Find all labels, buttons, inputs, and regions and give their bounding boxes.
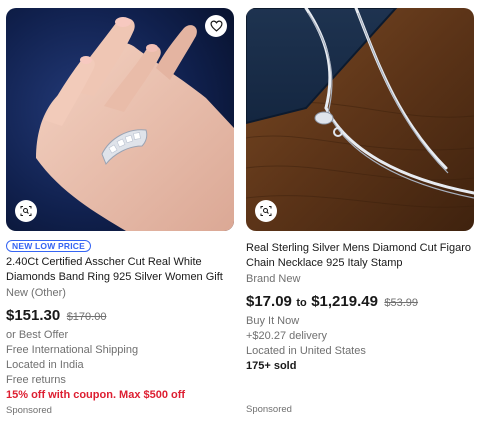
price: $151.30: [6, 307, 61, 324]
item-condition: Brand New: [246, 273, 301, 285]
favorite-button[interactable]: [205, 15, 227, 37]
camera-search-icon: [260, 206, 272, 216]
original-price: $53.99: [384, 297, 419, 309]
chain-photo: [246, 8, 474, 231]
original-price: $170.00: [66, 311, 107, 323]
best-offer-label: or Best Offer: [6, 329, 69, 341]
price-low: $17.09: [246, 293, 292, 310]
camera-search-icon: [20, 206, 32, 216]
shipping-label: Free International Shipping: [6, 344, 139, 356]
price-row: $17.09 to $1,219.49 $53.99: [246, 293, 474, 312]
item-condition: New (Other): [6, 287, 66, 299]
returns-label: Free returns: [6, 374, 66, 386]
product-image-chain[interactable]: [246, 8, 474, 231]
sold-count: 175+ sold: [246, 360, 297, 372]
product-title[interactable]: 2.40Ct Certified Asscher Cut Real White …: [6, 255, 236, 285]
product-image-ring[interactable]: [6, 8, 234, 231]
product-title[interactable]: Real Sterling Silver Mens Diamond Cut Fi…: [246, 241, 478, 271]
buy-it-now-label: Buy It Now: [246, 315, 300, 327]
visual-search-button[interactable]: [255, 200, 277, 222]
visual-search-button[interactable]: [15, 200, 37, 222]
sponsored-label: Sponsored: [6, 405, 52, 416]
coupon-offer[interactable]: 15% off with coupon. Max $500 off: [6, 388, 234, 403]
location-label: Located in India: [6, 359, 84, 371]
price-high: $1,219.49: [311, 293, 378, 310]
product-card-chain[interactable]: Real Sterling Silver Mens Diamond Cut Fi…: [246, 8, 474, 418]
new-low-price-badge: NEW LOW PRICE: [6, 240, 91, 252]
sponsored-label: Sponsored: [246, 404, 292, 415]
delivery-cost-label: +$20.27 delivery: [246, 330, 328, 342]
price-row: $151.30 $170.00: [6, 307, 234, 326]
ring-photo: [6, 8, 234, 231]
price-range-to: to: [296, 297, 307, 309]
product-card-ring[interactable]: NEW LOW PRICE 2.40Ct Certified Asscher C…: [6, 8, 234, 417]
location-label: Located in United States: [246, 345, 366, 357]
heart-icon: [209, 20, 223, 32]
